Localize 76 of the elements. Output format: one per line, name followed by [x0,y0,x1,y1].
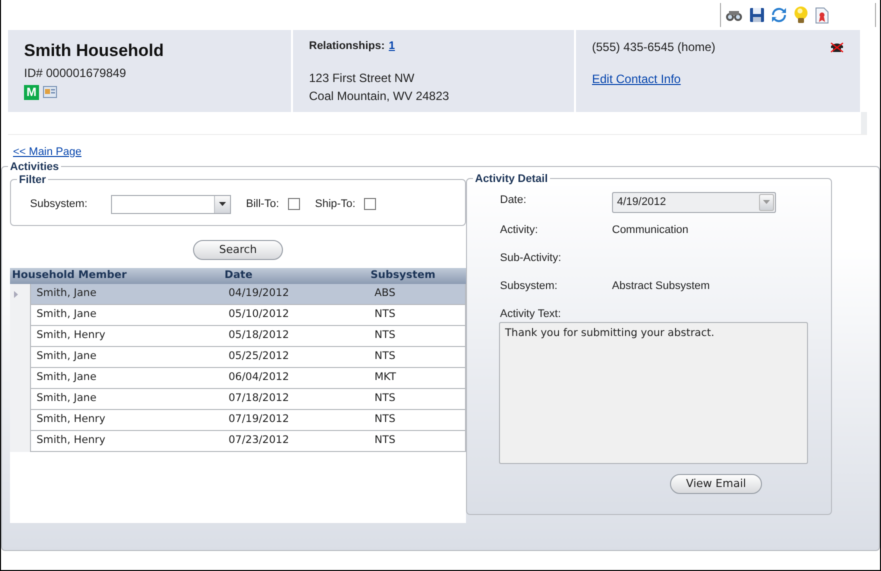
table-cell: NTS [368,304,466,326]
main-page-link[interactable]: << Main Page [13,146,82,158]
phone-crossed-icon [830,42,844,53]
member-badge: M [24,84,39,100]
table-cell: ABS [368,284,466,305]
table-row[interactable]: Smith, Henry 07/23/2012 NTS [10,430,466,452]
check-label: Ship-To: [315,196,356,212]
table-row[interactable]: Smith, Henry 07/19/2012 NTS [10,410,466,431]
column-header: Subsystem [368,268,466,284]
report-icon[interactable] [815,6,829,24]
section-title: Activities [9,160,60,172]
section-title: Activity Detail [474,172,549,184]
table-row[interactable]: Smith, Jane 06/04/2012 MKT [10,368,466,389]
relationships-label: Relationships: [309,39,385,54]
table-cell: NTS [368,326,466,347]
table-cell: MKT [368,368,466,389]
table-cell: 07/18/2012 [222,388,368,410]
column-header: Household Member [10,268,222,284]
table-row[interactable]: Smith, Jane 05/10/2012 NTS [10,304,466,326]
table-cell: NTS [368,388,466,410]
table-cell: Smith, Henry [30,410,222,431]
contact-card-icon [43,85,58,99]
table-cell: 07/23/2012 [222,430,368,452]
checkbox[interactable] [288,198,300,210]
table-cell: Smith, Henry [30,326,222,347]
check-label: Bill-To: [246,196,280,212]
caret-icon [219,202,226,206]
table-cell: 05/10/2012 [222,304,368,326]
save-icon[interactable] [749,7,765,23]
table-cell: 06/04/2012 [222,368,368,389]
view-email-button[interactable]: View Email [670,474,762,494]
table-cell: Smith, Jane [30,388,222,410]
search-button[interactable]: Search [193,240,283,260]
field-label: Sub-Activity: [499,250,562,266]
subsystem-label: Subsystem: [30,196,88,212]
column-header: Date [222,268,368,284]
binoculars-icon[interactable] [725,8,743,22]
edit-contact-link[interactable]: Edit Contact Info [592,72,681,86]
table-row[interactable]: Smith, Jane 04/19/2012 ABS [10,284,466,305]
section-title: Filter [18,174,47,186]
address-line: 123 First Street NW [309,70,416,86]
subsystem-dropdown[interactable] [111,194,231,214]
field-label: Date: [499,192,528,208]
field-value: Communication [612,222,688,238]
table-cell: Smith, Jane [30,284,222,305]
field-value: Abstract Subsystem [612,278,710,294]
caret-icon [763,200,770,204]
row-pointer-icon [14,290,18,298]
field-label: Activity Text: [499,306,562,322]
relationships-count-link[interactable]: 1 [388,38,395,54]
field-label: Activity: [499,222,539,238]
phone-number: (555) 435-6545 (home) [592,39,716,56]
table-cell: NTS [368,430,466,452]
table-cell: 04/19/2012 [222,284,368,305]
household-name: Smith Household [24,40,165,62]
table-cell: Smith, Jane [30,304,222,326]
scrollbar[interactable] [861,112,867,134]
activity-text-field[interactable]: Thank you for submitting your abstract. [499,322,808,464]
table-cell: Smith, Henry [30,430,222,452]
table-row[interactable]: Smith, Jane 07/18/2012 NTS [10,388,466,410]
table-cell: Smith, Jane [30,346,222,368]
household-id: ID# 000001679849 [24,64,128,82]
lightbulb-icon[interactable] [793,6,809,24]
table-cell: Smith, Jane [30,368,222,389]
field-label: Subsystem: [499,278,558,294]
table-cell: 05/18/2012 [222,326,368,347]
checkbox[interactable] [364,198,376,210]
table-cell: 07/19/2012 [222,410,368,431]
table-cell: 05/25/2012 [222,346,368,368]
table-row[interactable]: Smith, Henry 05/18/2012 NTS [10,326,466,347]
address-line: Coal Mountain, WV 24823 [309,88,450,104]
table-row[interactable]: Smith, Jane 05/25/2012 NTS [10,346,466,368]
table-cell: NTS [368,346,466,368]
date-dropdown[interactable]: 4/19/2012 [612,192,776,212]
refresh-icon[interactable] [771,7,787,23]
table-cell: NTS [368,410,466,431]
